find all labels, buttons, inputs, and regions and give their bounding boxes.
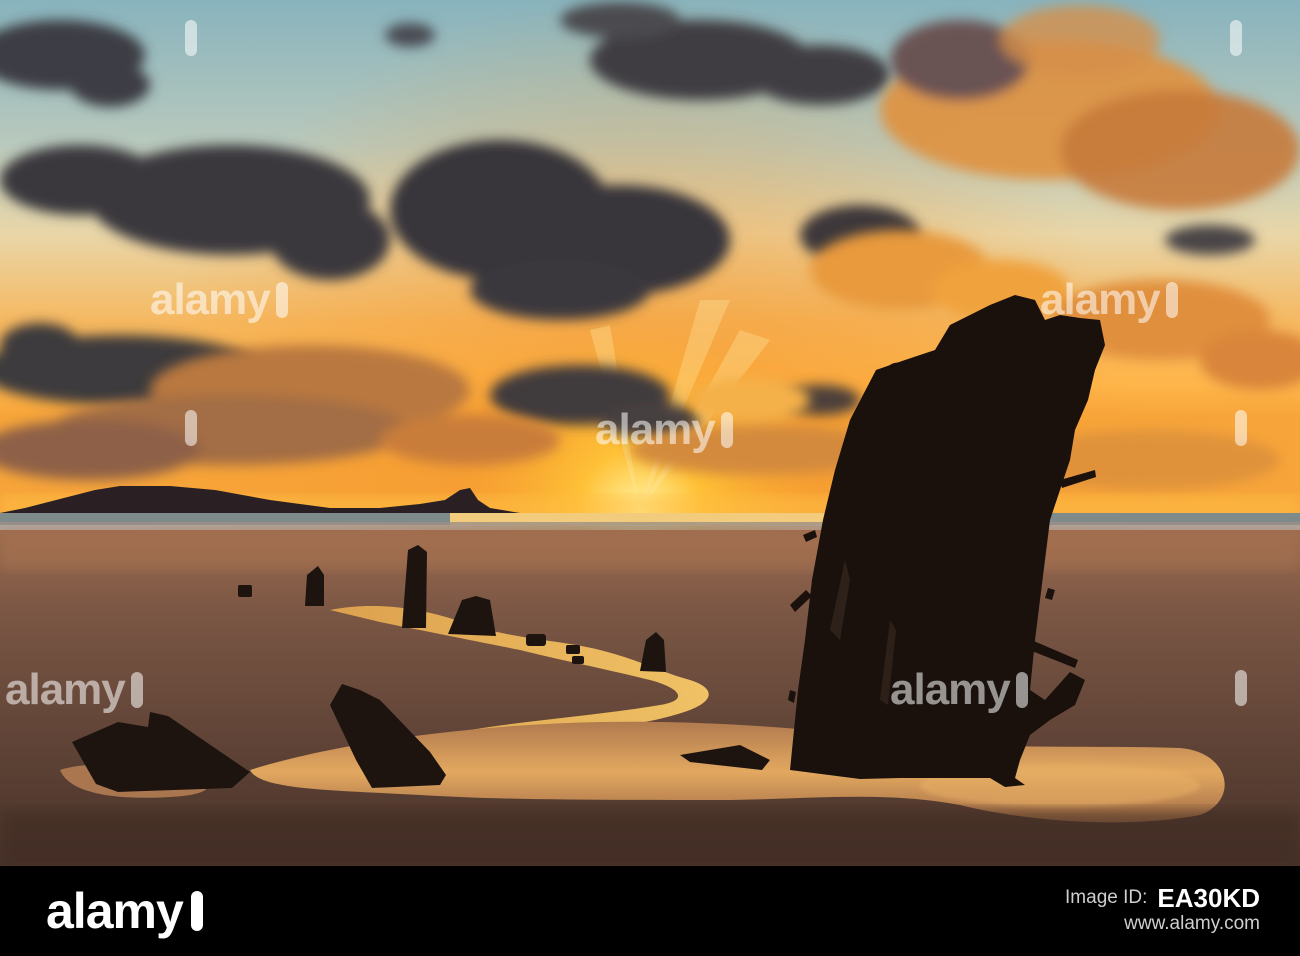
- photo-illustration: [0, 0, 1300, 866]
- site-url[interactable]: www.alamy.com: [1065, 911, 1260, 937]
- footer-bar: alamy Image ID: EA30KD www.alamy.com: [0, 866, 1300, 956]
- brand-logo-mark: [190, 891, 203, 931]
- sunset-beach-photo: [0, 0, 1300, 866]
- brand-logo[interactable]: alamy: [46, 882, 203, 940]
- image-info: Image ID: EA30KD www.alamy.com: [1065, 885, 1260, 937]
- image-id: EA30KD: [1157, 883, 1260, 913]
- brand-name: alamy: [46, 883, 184, 939]
- stock-photo-page: alamy alamy alamy alamy alamy alamy alam…: [0, 0, 1300, 956]
- image-id-label: Image ID:: [1065, 887, 1148, 908]
